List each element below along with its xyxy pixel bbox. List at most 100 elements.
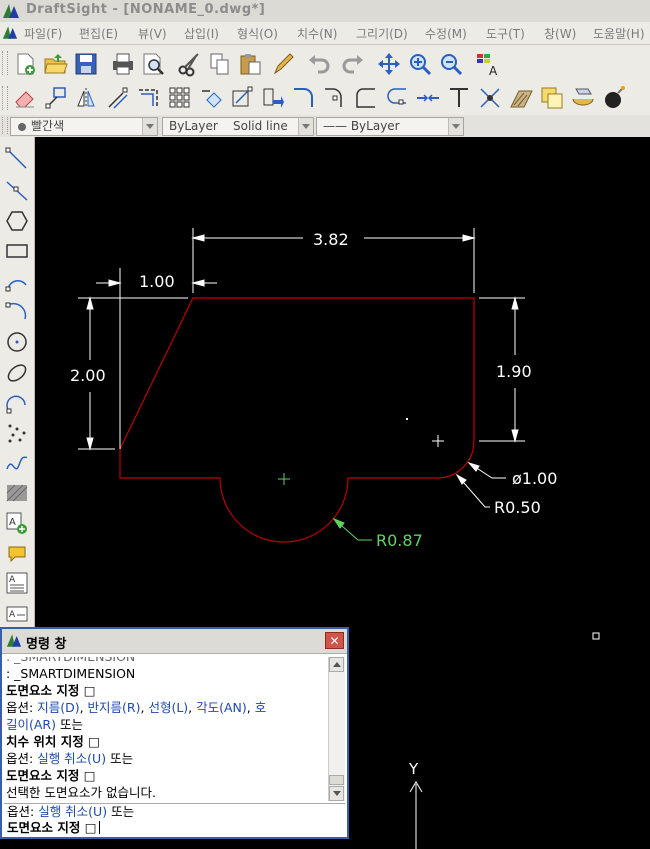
insert-block-tool-icon[interactable]: A (5, 511, 29, 535)
lineweight-value: —— ByLayer (323, 119, 400, 133)
command-input[interactable]: 옵션: 실행 취소(U) 또는 도면요소 지정 □ (4, 803, 345, 835)
prompt-text: 치수 위치 지정 (6, 734, 84, 749)
arc-three-point-icon[interactable] (5, 299, 29, 323)
pattern-icon[interactable] (136, 85, 162, 111)
redo-icon[interactable] (340, 51, 366, 77)
circle-tool-icon[interactable] (5, 330, 29, 354)
history-line: 도면요소 지정 □ (6, 768, 96, 783)
chamfer-icon[interactable] (384, 85, 410, 111)
menu-format[interactable]: 형식(O) (237, 25, 278, 42)
revision-cloud-icon[interactable] (5, 541, 29, 565)
spline-tool-icon[interactable] (5, 451, 29, 475)
paste-icon[interactable] (238, 51, 264, 77)
color-select[interactable]: 빨간색 (10, 117, 158, 136)
ellipse-tool-icon[interactable] (5, 361, 29, 385)
move-icon[interactable] (198, 85, 224, 111)
hatch-icon[interactable] (508, 85, 534, 111)
svg-text:A: A (9, 575, 16, 585)
toolbar-grip[interactable] (2, 86, 8, 110)
command-window-header[interactable]: 명령 창 ✕ (2, 629, 347, 654)
save-icon[interactable] (73, 51, 99, 77)
polygon-tool-icon[interactable] (5, 209, 29, 233)
option-linear[interactable]: 선형(L) (148, 700, 188, 715)
block-icon[interactable] (539, 85, 565, 111)
lineweight-select[interactable]: —— ByLayer (316, 117, 464, 136)
print-preview-icon[interactable] (140, 51, 166, 77)
document-logo-icon (2, 26, 18, 39)
copy-entity-icon[interactable] (43, 85, 69, 111)
option-undo[interactable]: 실행 취소(U) (37, 751, 106, 766)
cut-icon[interactable] (176, 51, 202, 77)
rectangle-tool-icon[interactable] (5, 239, 29, 263)
option-radius[interactable]: 반지름(R) (88, 700, 141, 715)
option-prefix: 옵션: (6, 751, 34, 766)
close-button[interactable]: ✕ (325, 632, 344, 649)
menu-modify[interactable]: 수정(M) (425, 25, 467, 42)
option-angle[interactable]: 각도(AN) (196, 700, 247, 715)
fillet-icon[interactable] (353, 85, 379, 111)
break-icon[interactable] (446, 85, 472, 111)
history-line: 길이(AR) 또는 (6, 716, 328, 733)
open-folder-icon[interactable] (43, 51, 69, 77)
print-icon[interactable] (110, 51, 136, 77)
array-icon[interactable] (167, 85, 193, 111)
simple-text-icon[interactable]: A (5, 601, 29, 625)
join-icon[interactable] (415, 85, 441, 111)
close-icon: ✕ (329, 634, 340, 648)
multiline-text-icon[interactable]: A (5, 571, 29, 595)
menu-window[interactable]: 창(W) (544, 25, 576, 42)
option-arc-length-part[interactable]: 호 (255, 700, 267, 715)
pan-icon[interactable] (376, 51, 402, 77)
mirror-icon[interactable] (74, 85, 100, 111)
menu-draw[interactable]: 그리기(D) (356, 25, 408, 42)
prompt-text: 도면요소 지정 (7, 820, 81, 835)
zoom-previous-icon[interactable] (438, 51, 464, 77)
match-properties-icon[interactable] (270, 51, 296, 77)
option-diameter[interactable]: 지름(D) (37, 700, 79, 715)
zoom-icon[interactable] (407, 51, 433, 77)
window-title: DraftSight - [NONAME_0.dwg*] (26, 2, 266, 17)
scale-icon[interactable] (260, 85, 286, 111)
erase-icon[interactable] (12, 85, 38, 111)
scroll-up-button[interactable] (329, 657, 344, 672)
bomb-icon[interactable] (601, 85, 627, 111)
option-undo[interactable]: 실행 취소(U) (38, 804, 107, 819)
menu-help[interactable]: 도움말(H) (593, 25, 645, 42)
undo-icon[interactable] (306, 51, 332, 77)
command-history: : _SMARTDIMENSION : _SMARTDIMENSION 도면요소… (6, 657, 328, 807)
extend-icon[interactable] (322, 85, 348, 111)
trim-icon[interactable] (291, 85, 317, 111)
point-tool-icon[interactable] (5, 421, 29, 445)
insert-block-icon[interactable] (570, 85, 596, 111)
rotate-icon[interactable] (229, 85, 255, 111)
prompt-text: 도면요소 지정 (6, 683, 80, 698)
history-line: 옵션: 지름(D), 반지름(R), 선형(L), 각도(AN), 호 (6, 700, 267, 715)
modify-toolbar (0, 81, 650, 116)
toolbar-grip[interactable] (2, 51, 8, 75)
menu-dimension[interactable]: 치수(N) (297, 25, 337, 42)
menu-edit[interactable]: 편집(E) (79, 25, 118, 42)
scroll-thumb[interactable] (329, 775, 344, 785)
infinite-line-icon[interactable] (5, 178, 29, 202)
toolbar-grip[interactable] (2, 117, 8, 134)
history-line: 치수 위치 지정 □ (6, 734, 100, 749)
new-file-icon[interactable] (12, 51, 38, 77)
option-or: 또는 (111, 804, 135, 819)
spiral-tool-icon[interactable] (5, 391, 29, 415)
menu-view[interactable]: 뷰(V) (138, 25, 167, 42)
scroll-down-button[interactable] (329, 786, 344, 801)
menu-tools[interactable]: 도구(T) (486, 25, 525, 42)
linestyle-select[interactable]: ByLayer Solid line (162, 117, 314, 136)
line-tool-icon[interactable] (5, 147, 29, 171)
option-arc-length[interactable]: 길이(AR) (6, 717, 56, 732)
command-scrollbar[interactable] (328, 657, 345, 801)
hatch-tool-icon[interactable] (5, 481, 29, 505)
offset-icon[interactable] (105, 85, 131, 111)
menu-file[interactable]: 파일(F) (24, 25, 62, 42)
menu-insert[interactable]: 삽입(I) (184, 25, 219, 42)
ucs-y-label: Y (408, 760, 419, 778)
layer-manager-icon[interactable]: A (474, 51, 500, 77)
explode-icon[interactable] (477, 85, 503, 111)
copy-icon[interactable] (207, 51, 233, 77)
arc-tool-icon[interactable] (5, 269, 29, 293)
